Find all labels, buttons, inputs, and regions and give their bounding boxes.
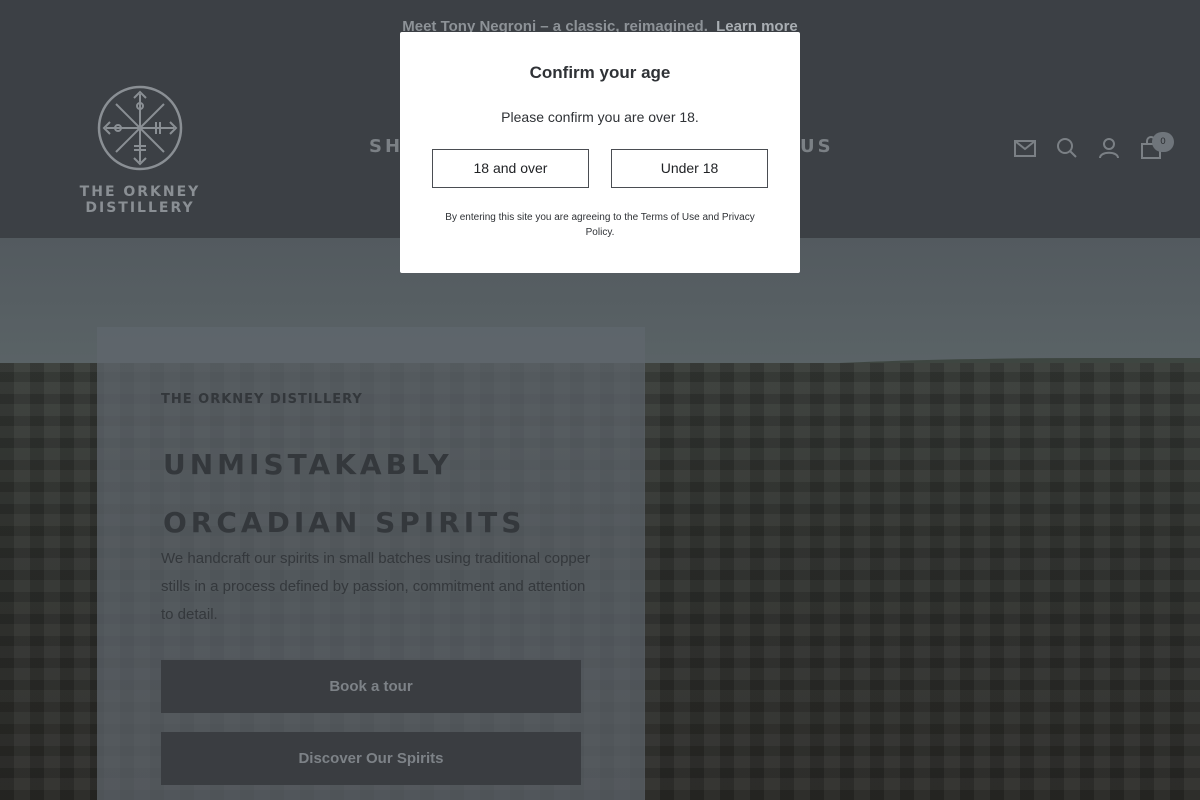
- brand-logo[interactable]: THE ORKNEY DISTILLERY: [40, 80, 240, 216]
- under-age-button[interactable]: Under 18: [611, 149, 768, 188]
- modal-title: Confirm your age: [529, 63, 671, 82]
- book-tour-button[interactable]: Book a tour: [161, 660, 581, 713]
- modal-subtitle: Please confirm you are over 18.: [501, 109, 699, 125]
- mail-icon[interactable]: [1012, 135, 1038, 161]
- nav-item-us[interactable]: US: [800, 136, 834, 157]
- cart-count-badge: 0: [1152, 132, 1174, 152]
- terms-note: By entering this site you are agreeing t…: [445, 212, 755, 238]
- hero-intro: We handcraft our spirits in small batche…: [161, 550, 591, 623]
- age-verification-modal: Confirm your age Please confirm you are …: [400, 32, 800, 273]
- discover-spirits-button[interactable]: Discover Our Spirits: [161, 732, 581, 785]
- brand-name: THE ORKNEY DISTILLERY: [79, 184, 201, 216]
- confirm-age-button[interactable]: 18 and over: [432, 149, 589, 188]
- vegvisir-compass-icon: [97, 85, 183, 171]
- search-icon[interactable]: [1054, 135, 1080, 161]
- hero-eyebrow: THE ORKNEY DISTILLERY: [161, 392, 363, 407]
- account-icon[interactable]: [1096, 135, 1122, 161]
- hero-headline: UNMISTAKABLY ORCADIAN SPIRITS: [163, 448, 526, 539]
